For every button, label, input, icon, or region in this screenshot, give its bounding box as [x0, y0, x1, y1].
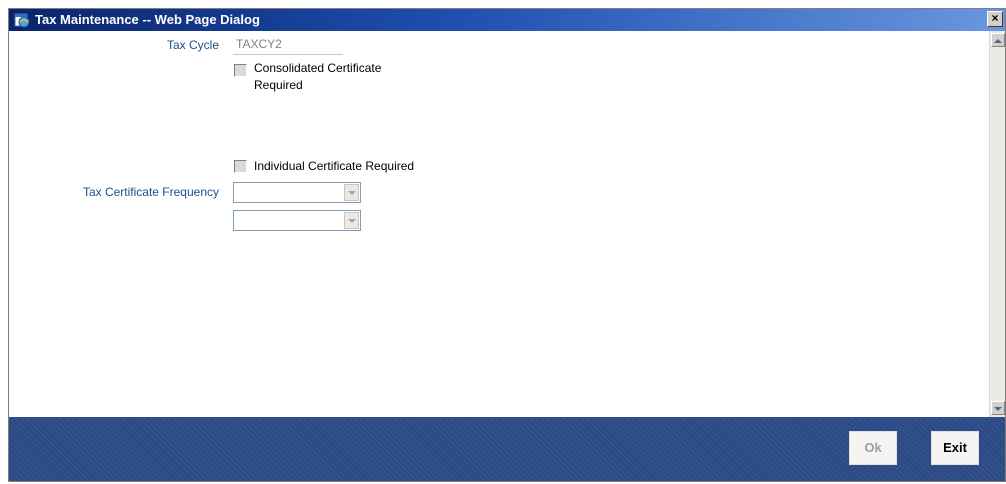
ok-button[interactable]: Ok: [849, 431, 897, 465]
tax-certificate-frequency-select-1[interactable]: [233, 182, 361, 203]
exit-button[interactable]: Exit: [931, 431, 979, 465]
button-bar: Ok Exit: [9, 417, 1005, 481]
consolidated-certificate-checkbox[interactable]: [234, 64, 247, 77]
scroll-down-icon: [994, 407, 1002, 411]
individual-certificate-label: Individual Certificate Required: [254, 159, 415, 173]
tax-cycle-label: Tax Cycle: [166, 38, 219, 52]
close-button[interactable]: ×: [987, 11, 1003, 27]
tax-cycle-field[interactable]: TAXCY2: [233, 35, 343, 55]
consolidated-certificate-label-line2: Required: [254, 78, 303, 92]
vertical-scrollbar[interactable]: [989, 31, 1005, 417]
individual-certificate-checkbox[interactable]: [234, 160, 247, 173]
scroll-up-button[interactable]: [991, 33, 1005, 47]
chevron-down-icon[interactable]: [344, 184, 359, 201]
window-title: Tax Maintenance -- Web Page Dialog: [35, 12, 260, 27]
dialog-window: Tax Maintenance -- Web Page Dialog × Tax…: [8, 8, 1006, 482]
title-bar[interactable]: Tax Maintenance -- Web Page Dialog ×: [9, 9, 1005, 31]
web-page-dialog-icon: [14, 12, 30, 28]
form-area: Tax Cycle TAXCY2 Consolidated Certificat…: [9, 31, 989, 417]
chevron-down-icon[interactable]: [344, 212, 359, 229]
scroll-up-icon: [994, 39, 1002, 43]
consolidated-certificate-label: Consolidated Certificate Required: [254, 60, 381, 94]
close-icon: ×: [991, 11, 999, 25]
tax-certificate-frequency-select-2[interactable]: [233, 210, 361, 231]
scroll-down-button[interactable]: [991, 401, 1005, 415]
consolidated-certificate-label-line1: Consolidated Certificate: [254, 61, 382, 75]
tax-certificate-frequency-label: Tax Certificate Frequency: [82, 185, 219, 199]
